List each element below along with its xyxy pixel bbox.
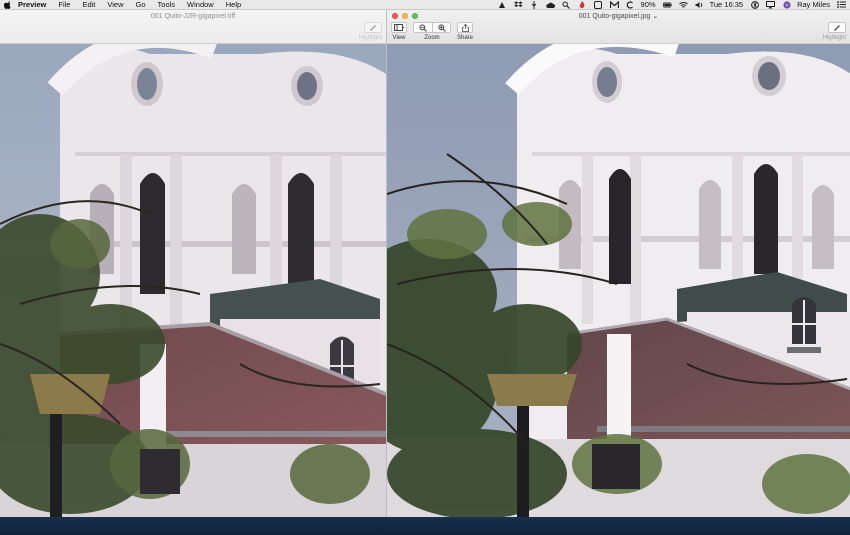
menu-tools[interactable]: Tools	[158, 0, 176, 10]
desktop-background	[0, 517, 850, 535]
status-icon[interactable]	[594, 0, 603, 9]
clock[interactable]: Tue 16:35	[710, 0, 744, 10]
title-chevron-icon[interactable]: ⌄	[652, 13, 658, 20]
zoom-out-icon	[419, 23, 427, 32]
notification-center-icon[interactable]	[837, 1, 846, 9]
menu-bar: Preview File Edit View Go Tools Window H…	[0, 0, 850, 10]
battery-icon[interactable]	[662, 1, 672, 9]
titlebar-right[interactable]: 001 Quito-gigapixel.jpg ⌄ View Zoom Shar…	[387, 10, 850, 44]
zoom-in-button[interactable]	[432, 23, 450, 32]
zoom-label: Zoom	[424, 35, 440, 41]
account-icon[interactable]	[498, 1, 507, 9]
image-canvas-left[interactable]	[0, 44, 386, 517]
apple-icon[interactable]	[4, 0, 12, 9]
highlight-label-left: Highlight	[358, 35, 382, 41]
sidebar-icon	[394, 24, 404, 31]
cloud-icon[interactable]	[545, 1, 555, 9]
menu-edit[interactable]: Edit	[82, 0, 95, 10]
menu-file[interactable]: File	[58, 0, 70, 10]
pen-icon[interactable]	[364, 22, 382, 33]
menu-help[interactable]: Help	[226, 0, 241, 10]
view-button[interactable]	[391, 22, 407, 33]
zoom-in-icon	[437, 23, 446, 32]
usb-icon[interactable]	[530, 0, 539, 9]
highlight-tool-right[interactable]: Highlight	[823, 22, 846, 42]
share-label: Share	[457, 35, 474, 41]
menu-window[interactable]: Window	[187, 0, 214, 10]
menu-view[interactable]: View	[107, 0, 123, 10]
mail-icon[interactable]	[609, 0, 619, 9]
titlebar-left[interactable]: 001 Quito-J2R-gigapixel.tiff Highlight	[0, 10, 386, 44]
zoom-button-group	[413, 22, 451, 33]
share-button[interactable]	[457, 22, 473, 33]
preview-window-left[interactable]: 001 Quito-J2R-gigapixel.tiff Highlight	[0, 10, 386, 517]
menu-preview[interactable]: Preview	[18, 0, 46, 10]
window-title-left: 001 Quito-J2R-gigapixel.tiff	[150, 13, 236, 20]
battery-percent[interactable]: 90%	[641, 0, 656, 10]
volume-icon[interactable]	[695, 1, 704, 9]
toolbar: View Zoom Share	[391, 22, 479, 42]
zoom-out-button[interactable]	[414, 23, 432, 32]
menu-go[interactable]: Go	[136, 0, 146, 10]
airplay-icon[interactable]	[766, 0, 776, 9]
pen-icon[interactable]	[828, 22, 846, 33]
view-tool[interactable]: View	[391, 22, 407, 42]
image-canvas-right[interactable]	[387, 44, 850, 517]
bluetooth-icon[interactable]	[750, 0, 759, 9]
preview-window-right[interactable]: 001 Quito-gigapixel.jpg ⌄ View Zoom Shar…	[386, 10, 850, 517]
search-icon[interactable]	[562, 1, 571, 9]
share-icon	[461, 23, 469, 32]
fire-icon[interactable]	[578, 0, 587, 9]
dropbox-icon[interactable]	[513, 0, 523, 9]
window-title-right[interactable]: 001 Quito-gigapixel.jpg ⌄	[387, 12, 850, 21]
zoom-tool[interactable]: Zoom	[413, 22, 451, 42]
highlight-label-right: Highlight	[822, 35, 846, 41]
status-area: 90% Tue 16:35 Ray Miles	[491, 0, 850, 10]
share-tool[interactable]: Share	[457, 22, 473, 42]
highlight-tool-left[interactable]: Highlight	[359, 22, 382, 42]
sync-icon[interactable]	[626, 0, 635, 9]
wifi-icon[interactable]	[678, 1, 688, 9]
user-name[interactable]: Ray Miles	[797, 0, 830, 10]
view-label: View	[392, 35, 406, 41]
window-title-text: 001 Quito-gigapixel.jpg	[578, 13, 651, 20]
siri-icon[interactable]	[782, 0, 791, 9]
